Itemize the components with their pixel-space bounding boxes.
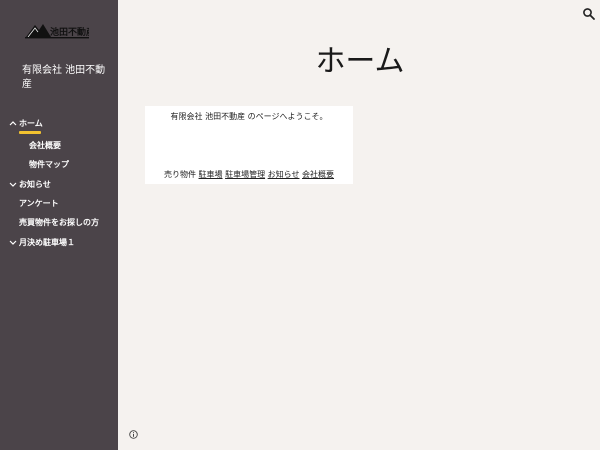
nav-item-label: 月決め駐車場１ bbox=[19, 238, 75, 247]
sidebar: 池田不動産 有限会社 池田不動産 ホーム 会社概要 物件マップ お知らせ アンケ… bbox=[0, 0, 118, 450]
nav-item-property-map[interactable]: 物件マップ bbox=[29, 160, 69, 170]
nav-item-property-search[interactable]: 売買物件をお探しの方 bbox=[19, 218, 99, 228]
nav-item-home[interactable]: ホーム bbox=[9, 119, 43, 134]
quick-links: 売り物件 駐車場 駐車場管理 お知らせ 会社概要 bbox=[145, 170, 353, 180]
nav-item-label: アンケート bbox=[19, 199, 59, 208]
nav-item-label: お知らせ bbox=[19, 180, 51, 189]
chevron-down-icon[interactable] bbox=[9, 237, 17, 247]
nav-item-label: 物件マップ bbox=[29, 160, 69, 169]
logo-text: 池田不動産 bbox=[50, 26, 89, 38]
nav-item-news[interactable]: お知らせ bbox=[9, 180, 51, 190]
link-company-profile[interactable]: 会社概要 bbox=[302, 170, 334, 179]
nav-item-label: 売買物件をお探しの方 bbox=[19, 218, 99, 227]
link-for-sale[interactable]: 売り物件 bbox=[164, 170, 196, 179]
info-icon[interactable] bbox=[129, 430, 138, 439]
site-name[interactable]: 有限会社 池田不動産 bbox=[22, 64, 110, 92]
welcome-text: 有限会社 池田不動産 のページへようこそ。 bbox=[170, 112, 328, 121]
link-parking[interactable]: 駐車場 bbox=[199, 170, 223, 179]
chevron-up-icon[interactable] bbox=[9, 118, 17, 128]
nav-item-monthly-parking[interactable]: 月決め駐車場１ bbox=[9, 238, 75, 248]
link-news[interactable]: お知らせ bbox=[268, 170, 300, 179]
chevron-down-icon[interactable] bbox=[9, 179, 17, 189]
nav-item-label: ホーム bbox=[19, 119, 43, 128]
search-icon[interactable] bbox=[582, 7, 596, 21]
content-card: 有限会社 池田不動産 のページへようこそ。 売り物件 駐車場 駐車場管理 お知ら… bbox=[145, 106, 353, 184]
nav-item-label: 会社概要 bbox=[29, 141, 61, 150]
nav-item-survey[interactable]: アンケート bbox=[19, 199, 59, 209]
site-logo[interactable]: 池田不動産 bbox=[25, 20, 89, 40]
page-title: ホーム bbox=[315, 44, 405, 79]
link-parking-management[interactable]: 駐車場管理 bbox=[225, 170, 265, 179]
nav-item-company-profile[interactable]: 会社概要 bbox=[29, 141, 61, 151]
active-indicator bbox=[19, 131, 41, 134]
